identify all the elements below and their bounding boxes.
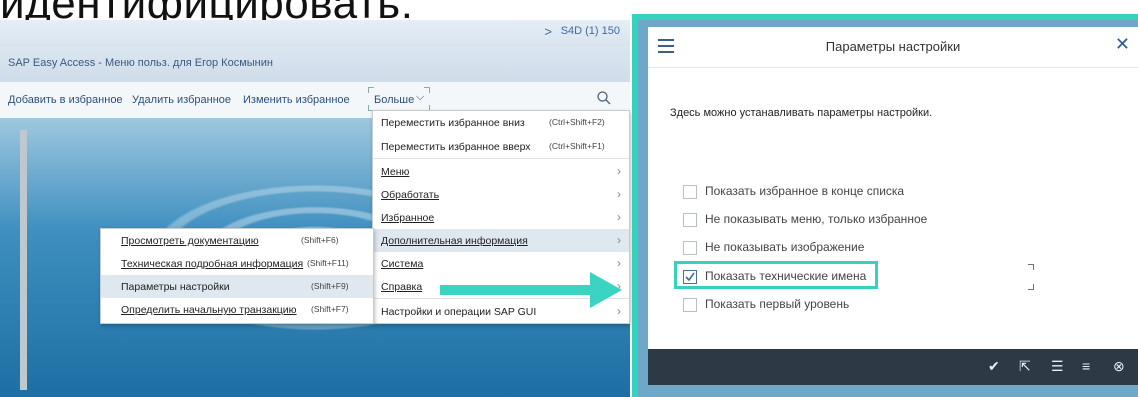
submenu-item-settings[interactable]: Параметры настройки (Shift+F9) xyxy=(101,275,373,298)
menu-item-move-down[interactable]: Переместить избранное вниз (Ctrl+Shift+F2… xyxy=(373,111,629,134)
menu-item-move-up[interactable]: Переместить избранное вверх (Ctrl+Shift+F… xyxy=(373,135,629,158)
edit-favorite-button[interactable]: Изменить избранное xyxy=(243,94,350,106)
close-icon[interactable]: ✕ xyxy=(1115,34,1130,55)
checkbox[interactable] xyxy=(683,213,697,227)
checkbox[interactable] xyxy=(683,298,697,312)
add-favorite-button[interactable]: Добавить в избранное xyxy=(8,94,123,106)
search-icon[interactable] xyxy=(596,90,612,106)
dialog-header: Параметры настройки ✕ xyxy=(648,27,1138,68)
checkbox[interactable] xyxy=(683,241,697,255)
cancel-icon[interactable]: ⊗ xyxy=(1113,358,1125,375)
system-info[interactable]: S4D (1) 150 xyxy=(561,25,620,37)
extra-info-submenu: Просмотреть документацию (Shift+F6) Техни… xyxy=(100,228,374,324)
highlight-box xyxy=(674,261,878,289)
chevron-right-icon: › xyxy=(617,233,621,247)
pointer-arrow-icon xyxy=(440,285,595,295)
menu-item-edit[interactable]: Обработать › xyxy=(373,183,629,206)
menu-item-favorites[interactable]: Избранное › xyxy=(373,206,629,229)
title-bar: SAP Easy Access - Меню польз. для Егор К… xyxy=(0,46,630,82)
dialog-footer: ✔ ⇱ ☰ ≡ ⊗ xyxy=(648,349,1138,385)
confirm-icon[interactable]: ✔ xyxy=(988,358,1000,375)
window-title: SAP Easy Access - Меню польз. для Егор К… xyxy=(8,57,273,69)
select-icon[interactable]: ⇱ xyxy=(1019,358,1031,375)
list-check-icon[interactable]: ☰ xyxy=(1051,358,1064,375)
submenu-item-start-transaction[interactable]: Определить начальную транзакцию (Shift+F7… xyxy=(101,298,373,321)
menu-item-menu[interactable]: Меню › xyxy=(373,160,629,183)
chevron-right-icon[interactable]: > xyxy=(544,24,552,39)
more-button[interactable]: Больше ⌵ xyxy=(368,87,430,111)
chevron-right-icon: › xyxy=(617,164,621,178)
submenu-item-technical-info[interactable]: Техническая подробная информация (Shift+F… xyxy=(101,252,373,275)
navigation-panel-edge[interactable] xyxy=(20,130,27,390)
more-label: Больше xyxy=(374,94,415,106)
dialog-title: Параметры настройки xyxy=(825,39,961,54)
focus-corner-icon xyxy=(1028,264,1034,270)
chevron-right-icon: › xyxy=(617,256,621,270)
arrow-head-icon xyxy=(590,272,622,308)
system-bar: > S4D (1) 150 xyxy=(0,20,630,46)
menu-item-extra-info[interactable]: Дополнительная информация › xyxy=(373,229,629,252)
settings-dialog: Параметры настройки ✕ Здесь можно устана… xyxy=(648,27,1138,385)
dialog-intro: Здесь можно устанавливать параметры наст… xyxy=(670,107,933,119)
delete-favorite-button[interactable]: Удалить избранное xyxy=(132,94,231,106)
checkbox[interactable] xyxy=(683,185,697,199)
focus-corner-icon xyxy=(1028,284,1034,290)
submenu-item-documentation[interactable]: Просмотреть документацию (Shift+F6) xyxy=(101,229,373,252)
chevron-down-icon: ⌵ xyxy=(416,91,425,103)
chevron-right-icon: › xyxy=(617,210,621,224)
chevron-right-icon: › xyxy=(617,187,621,201)
list-icon[interactable]: ≡ xyxy=(1082,358,1090,374)
